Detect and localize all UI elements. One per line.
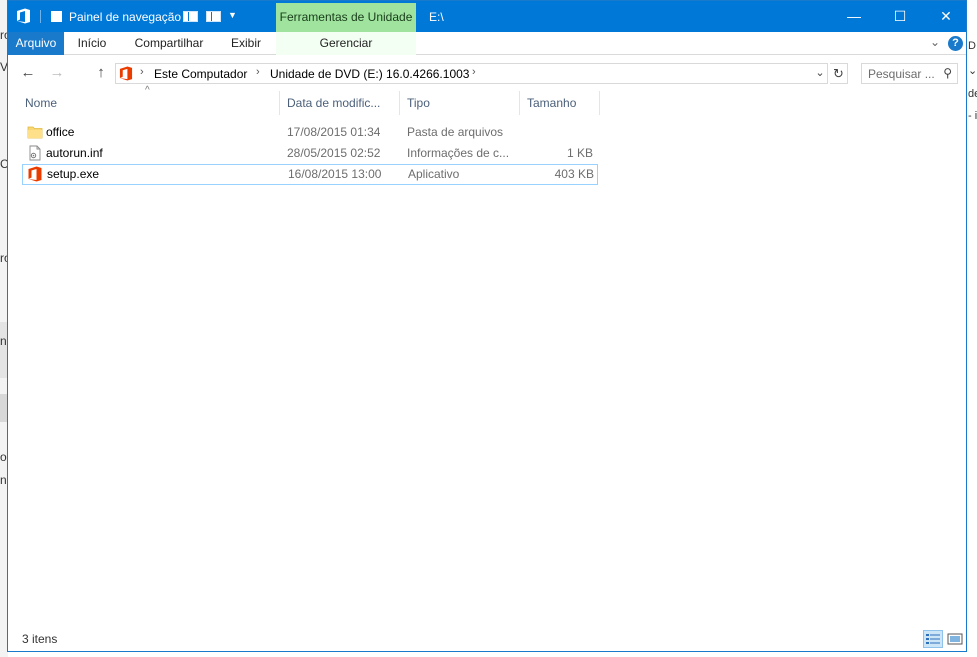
large-icons-view-button[interactable] <box>945 630 965 648</box>
file-type: Aplicativo <box>408 167 460 181</box>
column-header-type[interactable]: Tipo <box>400 91 520 115</box>
customize-toolbar-dropdown-icon[interactable]: ▼ <box>228 10 237 20</box>
file-row-office[interactable]: office 17/08/2015 01:34 Pasta de arquivo… <box>22 122 598 143</box>
file-size: 403 KB <box>554 167 594 181</box>
file-name: setup.exe <box>47 167 100 181</box>
breadcrumb-this-pc[interactable]: Este Computador <box>154 67 247 81</box>
navigation-pane-label[interactable]: Painel de navegação <box>69 10 181 24</box>
file-date: 17/08/2015 01:34 <box>287 125 381 139</box>
column-header-date[interactable]: Data de modific... <box>280 91 400 115</box>
breadcrumb-chevron-icon[interactable]: › <box>472 66 476 78</box>
title-bar[interactable]: Painel de navegação ▼ Ferramentas de Uni… <box>8 1 966 32</box>
file-type: Pasta de arquivos <box>407 125 504 139</box>
office-icon[interactable] <box>16 8 31 24</box>
forward-button[interactable]: → <box>47 64 67 82</box>
background-text: D <box>968 40 976 52</box>
background-text: - i <box>968 110 977 122</box>
tab-home[interactable]: Início <box>68 32 116 55</box>
ribbon-tabs: Arquivo Início Compartilhar Exibir Geren… <box>8 32 966 55</box>
office-icon <box>28 166 42 182</box>
tab-share[interactable]: Compartilhar <box>126 32 212 55</box>
details-view-icon <box>926 634 940 644</box>
back-button[interactable]: ← <box>18 64 38 82</box>
tab-file[interactable]: Arquivo <box>8 32 64 55</box>
file-name: office <box>46 125 75 139</box>
file-date: 28/05/2015 02:52 <box>287 146 381 160</box>
toolbar-divider <box>40 10 41 23</box>
window-title: E:\ <box>429 10 444 24</box>
search-icon[interactable]: ⚲ <box>943 66 952 80</box>
tab-manage[interactable]: Gerenciar <box>276 32 416 55</box>
background-window-right: D ⌄ de - i <box>967 0 977 657</box>
search-placeholder: Pesquisar ... <box>868 67 935 81</box>
column-header-row: ^ Nome Data de modific... Tipo Tamanho <box>8 85 608 115</box>
search-input[interactable]: Pesquisar ... ⚲ <box>861 63 958 84</box>
column-header-name[interactable]: Nome <box>18 91 280 115</box>
address-history-dropdown-icon[interactable]: ⌄ <box>813 63 827 84</box>
details-pane-icon[interactable] <box>206 11 221 22</box>
details-view-button[interactable] <box>923 630 943 648</box>
breadcrumb-chevron-icon[interactable]: › <box>140 66 144 78</box>
preview-pane-icon[interactable] <box>183 11 198 22</box>
status-bar: 3 itens <box>8 627 966 651</box>
background-text: ⌄ <box>968 65 977 77</box>
breadcrumb-dvd-drive[interactable]: Unidade de DVD (E:) 16.0.4266.1003 <box>270 67 469 81</box>
minimize-button[interactable]: — <box>831 1 877 32</box>
refresh-button[interactable]: ↻ <box>830 63 848 84</box>
address-bar[interactable]: › Este Computador › Unidade de DVD (E:) … <box>115 63 828 84</box>
collapse-ribbon-icon[interactable]: ⌄ <box>930 35 940 49</box>
item-count: 3 itens <box>22 632 58 646</box>
file-explorer-window: Painel de navegação ▼ Ferramentas de Uni… <box>7 0 967 652</box>
background-text: de <box>968 88 977 100</box>
file-name: autorun.inf <box>46 146 103 160</box>
up-button[interactable]: ↑ <box>91 64 111 82</box>
large-icons-view-icon <box>947 633 963 645</box>
file-date: 16/08/2015 13:00 <box>288 167 382 181</box>
help-icon[interactable]: ? <box>948 36 963 51</box>
file-row-setup[interactable]: setup.exe 16/08/2015 13:00 Aplicativo 40… <box>22 164 598 185</box>
tab-drive-tools[interactable]: Ferramentas de Unidade <box>276 3 416 32</box>
file-size: 1 KB <box>566 146 593 160</box>
document-icon <box>29 145 41 161</box>
maximize-button[interactable]: ☐ <box>877 1 923 32</box>
close-button[interactable]: ✕ <box>923 1 969 32</box>
folder-icon <box>27 126 43 139</box>
breadcrumb-chevron-icon[interactable]: › <box>256 66 260 78</box>
navigation-pane-checkbox[interactable] <box>51 11 62 22</box>
column-header-size[interactable]: Tamanho <box>520 91 600 115</box>
office-drive-icon <box>119 66 133 81</box>
tab-view[interactable]: Exibir <box>223 32 269 55</box>
file-row-autorun[interactable]: autorun.inf 28/05/2015 02:52 Informações… <box>22 143 598 164</box>
file-type: Informações de c... <box>407 146 510 160</box>
